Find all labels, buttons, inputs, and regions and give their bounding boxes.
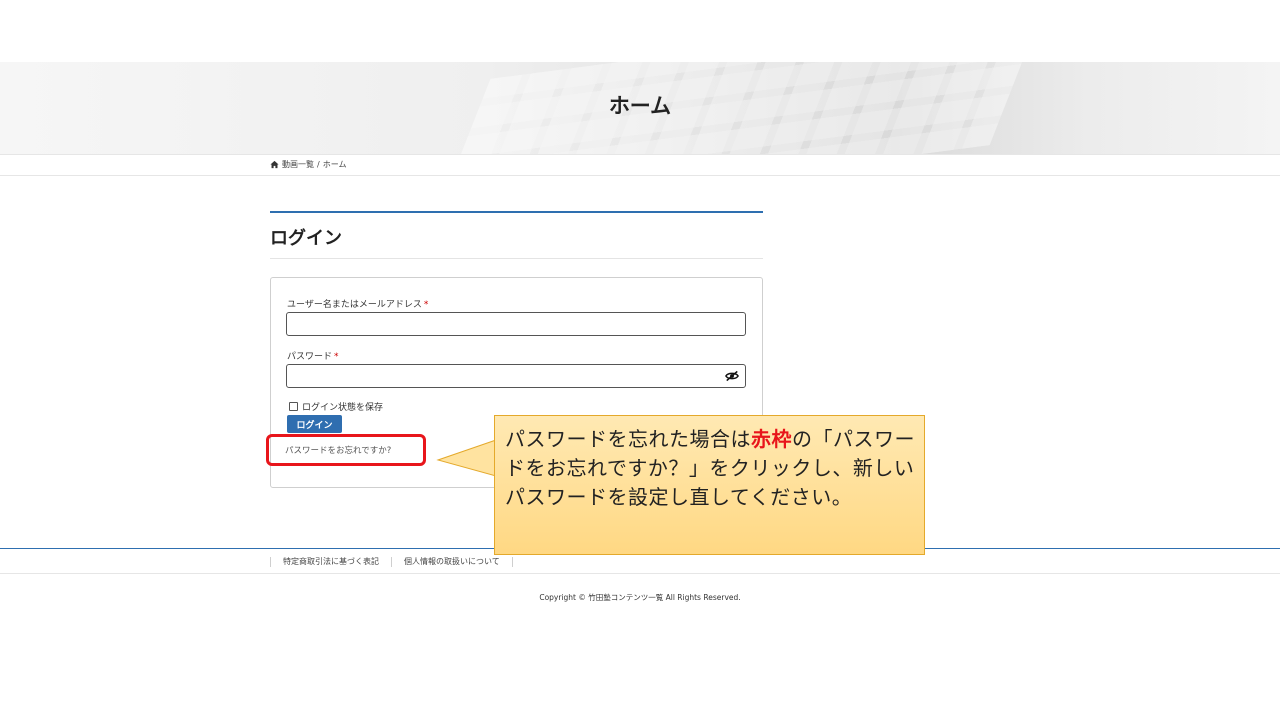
footer-divider xyxy=(511,556,513,567)
callout-pointer xyxy=(436,439,498,477)
password-label: パスワード * xyxy=(287,349,339,362)
section-title-rule xyxy=(270,211,763,213)
login-button[interactable]: ログイン xyxy=(287,415,342,433)
username-label-text: ユーザー名またはメールアドレス xyxy=(287,300,422,310)
page-title: ホーム xyxy=(608,94,672,118)
callout-text-before: パスワードを忘れた場合は xyxy=(505,427,751,451)
instruction-callout: パスワードを忘れた場合は赤枠の「パスワードをお忘れですか？」をクリックし、新しい… xyxy=(494,415,925,555)
footer-nav: 特定商取引法に基づく表記 個人情報の取扱いについて xyxy=(270,556,513,567)
username-label: ユーザー名またはメールアドレス * xyxy=(287,297,428,310)
password-label-text: パスワード xyxy=(287,352,333,362)
required-mark: * xyxy=(423,300,429,310)
remember-me-checkbox[interactable] xyxy=(289,402,298,411)
eye-slash-icon[interactable] xyxy=(725,370,739,382)
remember-me: ログイン状態を保存 xyxy=(289,400,383,413)
breadcrumb-bar: 動画一覧 / ホーム xyxy=(0,154,1280,176)
breadcrumb-item-home: ホーム xyxy=(322,160,347,169)
breadcrumb-separator: / xyxy=(317,160,320,169)
section-title-divider xyxy=(270,258,763,259)
callout-emphasis: 赤枠 xyxy=(751,427,792,451)
password-input[interactable] xyxy=(286,364,746,388)
breadcrumb: 動画一覧 / ホーム xyxy=(270,159,346,170)
footer-link-legal-notice[interactable]: 特定商取引法に基づく表記 xyxy=(271,556,391,567)
page-header-hero: ホーム xyxy=(0,62,1280,154)
footer-link-privacy[interactable]: 個人情報の取扱いについて xyxy=(392,556,512,567)
required-mark: * xyxy=(334,352,339,362)
home-icon xyxy=(270,160,279,169)
remember-me-label: ログイン状態を保存 xyxy=(302,403,384,413)
breadcrumb-item-videos[interactable]: 動画一覧 xyxy=(282,159,314,170)
callout-text: パスワードを忘れた場合は赤枠の「パスワードをお忘れですか？」をクリックし、新しい… xyxy=(505,425,920,512)
section-title: ログイン xyxy=(270,228,342,249)
copyright-text: Copyright © 竹田塾コンテンツ一覧 All Rights Reserv… xyxy=(539,593,741,602)
footer-divider-line xyxy=(0,573,1280,574)
highlight-frame xyxy=(266,434,426,466)
username-input[interactable] xyxy=(286,312,746,336)
